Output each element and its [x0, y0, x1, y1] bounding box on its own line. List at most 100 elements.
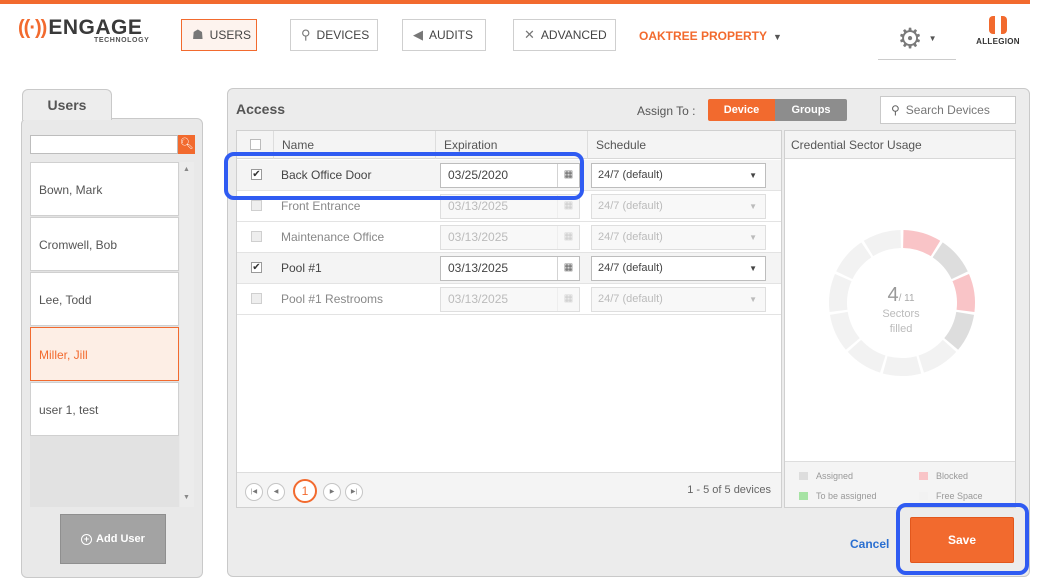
next-page-icon[interactable]: ▶: [323, 483, 341, 501]
plus-icon: +: [81, 533, 93, 545]
search-icon: ⚲: [891, 103, 900, 117]
first-page-icon[interactable]: |◀: [245, 483, 263, 501]
filled-label: filled: [889, 323, 913, 335]
table-row: Pool #1 Restrooms 03/13/2025 ▦ 24/7 (def…: [237, 284, 781, 315]
legend-label: To be assigned: [816, 491, 877, 501]
column-header-name[interactable]: Name: [273, 131, 435, 159]
nav-users-tab[interactable]: ☗ USERS: [181, 19, 257, 51]
nav-audits-label: AUDITS: [429, 28, 474, 42]
legend-label: Free Space: [936, 491, 983, 501]
page-number-current[interactable]: 1: [293, 479, 317, 503]
calendar-icon: ▦: [557, 288, 579, 311]
tools-icon: ✕: [524, 27, 535, 42]
nav-users-label: USERS: [209, 28, 251, 42]
allegion-name: ALLEGION: [976, 37, 1020, 46]
engage-logo: ((·)) ENGAGE TECHNOLOGY: [18, 16, 178, 50]
nav-advanced-tab[interactable]: ✕ ADVANCED: [513, 19, 616, 51]
donut-segment-free: [918, 339, 957, 373]
table-row: ✔ Pool #1 03/13/2025 ▦ 24/7 (default) ▼: [237, 253, 781, 284]
nav-advanced-label: ADVANCED: [540, 28, 607, 42]
legend-label: Blocked: [936, 471, 969, 481]
user-list: Bown, Mark Cromwell, Bob Lee, Todd Mille…: [30, 162, 179, 507]
expiration-date-value: 03/13/2025: [448, 199, 509, 213]
device-name: Pool #1 Restrooms: [281, 292, 384, 306]
assign-device-toggle[interactable]: Device: [708, 99, 775, 121]
legend-blocked: Blocked: [919, 471, 968, 481]
scroll-down-icon[interactable]: ▼: [183, 494, 190, 501]
calendar-icon: ▦: [557, 226, 579, 249]
user-list-item[interactable]: Lee, Todd: [30, 272, 179, 326]
pagination-info: 1 - 5 of 5 devices: [687, 484, 771, 496]
sectors-total: / 11: [898, 293, 915, 304]
row-checkbox[interactable]: [251, 200, 262, 211]
expiration-date-field: 03/13/2025 ▦: [440, 194, 580, 219]
schedule-select[interactable]: 24/7 (default) ▼: [591, 256, 766, 281]
property-selector[interactable]: OAKTREE PROPERTY ▼: [639, 29, 782, 43]
column-header-schedule[interactable]: Schedule: [587, 131, 781, 159]
device-name: Front Entrance: [281, 199, 361, 213]
user-icon: ☗: [192, 27, 204, 42]
add-user-button[interactable]: + Add User: [60, 514, 166, 564]
user-list-item[interactable]: Bown, Mark: [30, 162, 179, 216]
expiration-date-field[interactable]: 03/13/2025 ▦: [440, 256, 580, 281]
donut-segment-free: [863, 230, 901, 257]
select-all-checkbox[interactable]: [250, 139, 261, 150]
calendar-icon[interactable]: ▦: [557, 164, 579, 187]
save-button[interactable]: Save: [910, 517, 1014, 563]
schedule-select[interactable]: 24/7 (default) ▼: [591, 163, 766, 188]
brand-subtitle: TECHNOLOGY: [94, 37, 150, 44]
sectors-label: Sectors: [882, 308, 920, 320]
key-icon: ⚲: [301, 27, 311, 42]
expiration-date-field[interactable]: 03/25/2020 ▦: [440, 163, 580, 188]
pagination-bar: |◀ ◀ 1 ▶ ▶| 1 - 5 of 5 devices: [237, 472, 781, 507]
legend-swatch-blocked: [919, 472, 928, 480]
table-row: Maintenance Office 03/13/2025 ▦ 24/7 (de…: [237, 222, 781, 253]
user-list-item[interactable]: Cromwell, Bob: [30, 217, 179, 271]
cancel-button[interactable]: Cancel: [850, 537, 889, 551]
device-name: Pool #1: [281, 261, 322, 275]
nav-audits-tab[interactable]: ◀ AUDITS: [402, 19, 486, 51]
schedule-value: 24/7 (default): [598, 169, 663, 181]
table-row: Front Entrance 03/13/2025 ▦ 24/7 (defaul…: [237, 191, 781, 222]
chevron-down-icon: ▼: [773, 32, 782, 42]
schedule-select: 24/7 (default) ▼: [591, 225, 766, 250]
users-search-input[interactable]: [30, 135, 178, 154]
device-name: Maintenance Office: [281, 230, 385, 244]
scroll-up-icon[interactable]: ▲: [183, 166, 190, 173]
sector-legend: Assigned Blocked To be assigned Free Spa…: [785, 461, 1015, 507]
chevron-down-icon: ▼: [749, 233, 757, 242]
donut-center-label: 4/ 11 Sectors filled: [826, 284, 976, 337]
allegion-mark-icon: [989, 16, 1007, 34]
calendar-icon[interactable]: ▦: [557, 257, 579, 280]
gear-icon: ⚙: [897, 23, 923, 54]
schedule-value: 24/7 (default): [598, 200, 663, 212]
settings-menu[interactable]: ⚙ ▼: [878, 18, 956, 60]
row-checkbox[interactable]: [251, 293, 262, 304]
last-page-icon[interactable]: ▶|: [345, 483, 363, 501]
chevron-down-icon: ▼: [749, 264, 757, 273]
search-devices-input[interactable]: ⚲ Search Devices: [880, 96, 1016, 124]
user-list-item-selected[interactable]: Miller, Jill: [30, 327, 179, 381]
nav-devices-tab[interactable]: ⚲ DEVICES: [290, 19, 378, 51]
row-checkbox[interactable]: [251, 231, 262, 242]
row-checkbox[interactable]: ✔: [251, 169, 262, 180]
search-icon[interactable]: 🔍︎: [178, 135, 195, 154]
legend-assigned: Assigned: [799, 471, 853, 481]
row-checkbox[interactable]: ✔: [251, 262, 262, 273]
donut-segment-free: [882, 356, 922, 376]
assign-groups-toggle[interactable]: Groups: [775, 99, 847, 121]
user-list-item[interactable]: user 1, test: [30, 382, 179, 436]
column-header-expiration[interactable]: Expiration: [435, 131, 587, 159]
donut-segment-blocked: [903, 230, 941, 257]
users-tab[interactable]: Users: [22, 89, 112, 120]
expiration-date-value: 03/13/2025: [448, 261, 509, 275]
legend-swatch-to-be-assigned: [799, 492, 808, 500]
table-header: Name Expiration Schedule: [237, 131, 781, 159]
allegion-logo: ALLEGION: [968, 16, 1028, 46]
user-list-scrollbar[interactable]: ▲ ▼: [180, 162, 194, 507]
prev-page-icon[interactable]: ◀: [267, 483, 285, 501]
donut-segment-free: [847, 339, 886, 373]
assign-to-label: Assign To :: [637, 104, 696, 118]
header-select-all[interactable]: [237, 131, 273, 159]
chevron-down-icon: ▼: [749, 171, 757, 180]
